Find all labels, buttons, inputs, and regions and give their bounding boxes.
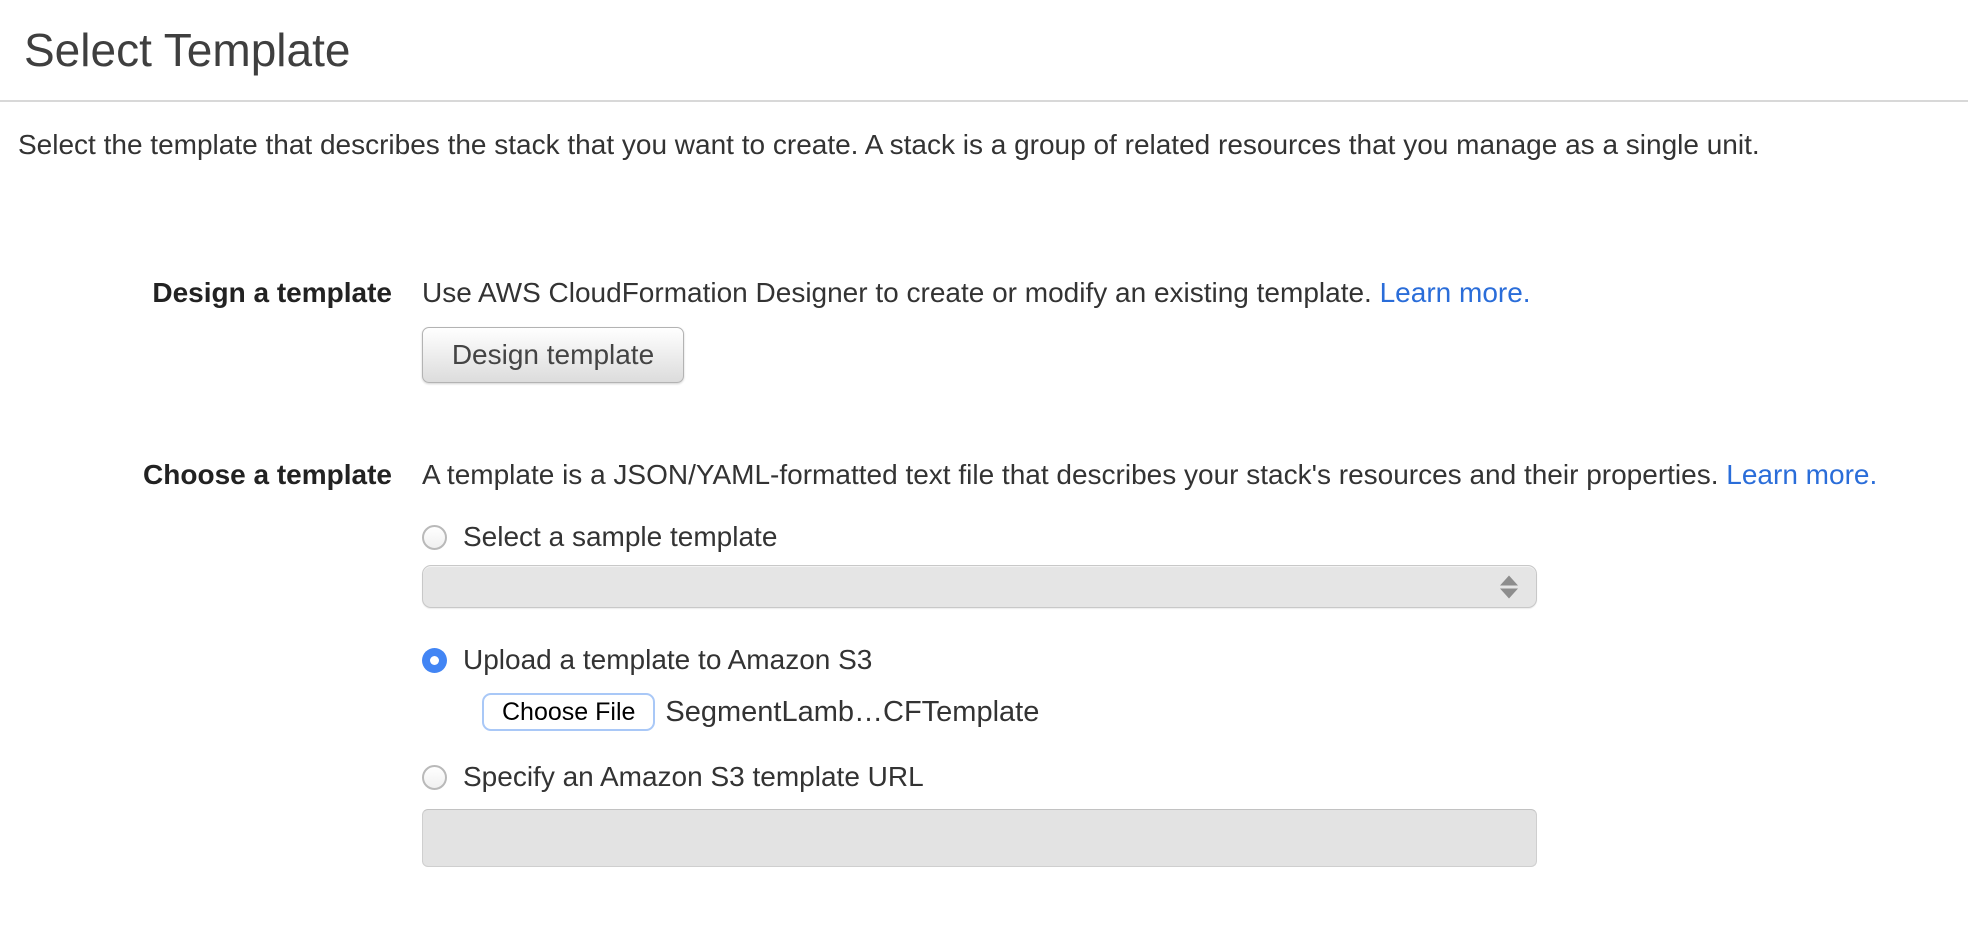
intro-text: Select the template that describes the s… — [18, 128, 1968, 162]
page-title: Select Template — [24, 22, 1968, 78]
choose-template-label: Choose a template — [0, 458, 392, 492]
upload-template-option-label[interactable]: Upload a template to Amazon S3 — [463, 644, 872, 676]
choose-template-content: A template is a JSON/YAML-formatted text… — [422, 458, 1968, 867]
design-template-label: Design a template — [0, 276, 392, 310]
choose-file-button[interactable]: Choose File — [482, 693, 655, 731]
title-divider — [0, 100, 1968, 102]
sample-template-option: Select a sample template — [422, 520, 1968, 554]
upload-template-option: Upload a template to Amazon S3 — [422, 643, 1968, 677]
design-description-text: Use AWS CloudFormation Designer to creat… — [422, 277, 1380, 308]
url-template-option-label[interactable]: Specify an Amazon S3 template URL — [463, 761, 924, 793]
url-template-radio[interactable] — [422, 765, 447, 790]
select-template-page: Select Template Select the template that… — [0, 22, 1968, 950]
design-template-button[interactable]: Design template — [422, 327, 684, 383]
choose-template-description: A template is a JSON/YAML-formatted text… — [422, 458, 1968, 492]
uploaded-file-name: SegmentLamb…CFTemplate — [665, 696, 1039, 729]
design-learn-more-link[interactable]: Learn more. — [1380, 277, 1531, 308]
sample-template-radio[interactable] — [422, 525, 447, 550]
url-template-option: Specify an Amazon S3 template URL — [422, 760, 1968, 794]
design-template-content: Use AWS CloudFormation Designer to creat… — [422, 276, 1968, 383]
sample-template-option-label[interactable]: Select a sample template — [463, 521, 777, 553]
s3-template-url-input[interactable] — [422, 809, 1537, 867]
dropdown-stepper-icon — [1500, 575, 1518, 598]
arrow-down-icon — [1500, 588, 1518, 598]
design-template-description: Use AWS CloudFormation Designer to creat… — [422, 276, 1968, 310]
design-template-row: Design a template Use AWS CloudFormation… — [0, 276, 1968, 383]
choose-template-row: Choose a template A template is a JSON/Y… — [0, 458, 1968, 867]
choose-description-text: A template is a JSON/YAML-formatted text… — [422, 459, 1726, 490]
file-upload-line: Choose File SegmentLamb…CFTemplate — [482, 693, 1968, 731]
arrow-up-icon — [1500, 575, 1518, 585]
choose-learn-more-link[interactable]: Learn more. — [1726, 459, 1877, 490]
sample-template-dropdown[interactable] — [422, 565, 1537, 608]
upload-template-radio[interactable] — [422, 648, 447, 673]
